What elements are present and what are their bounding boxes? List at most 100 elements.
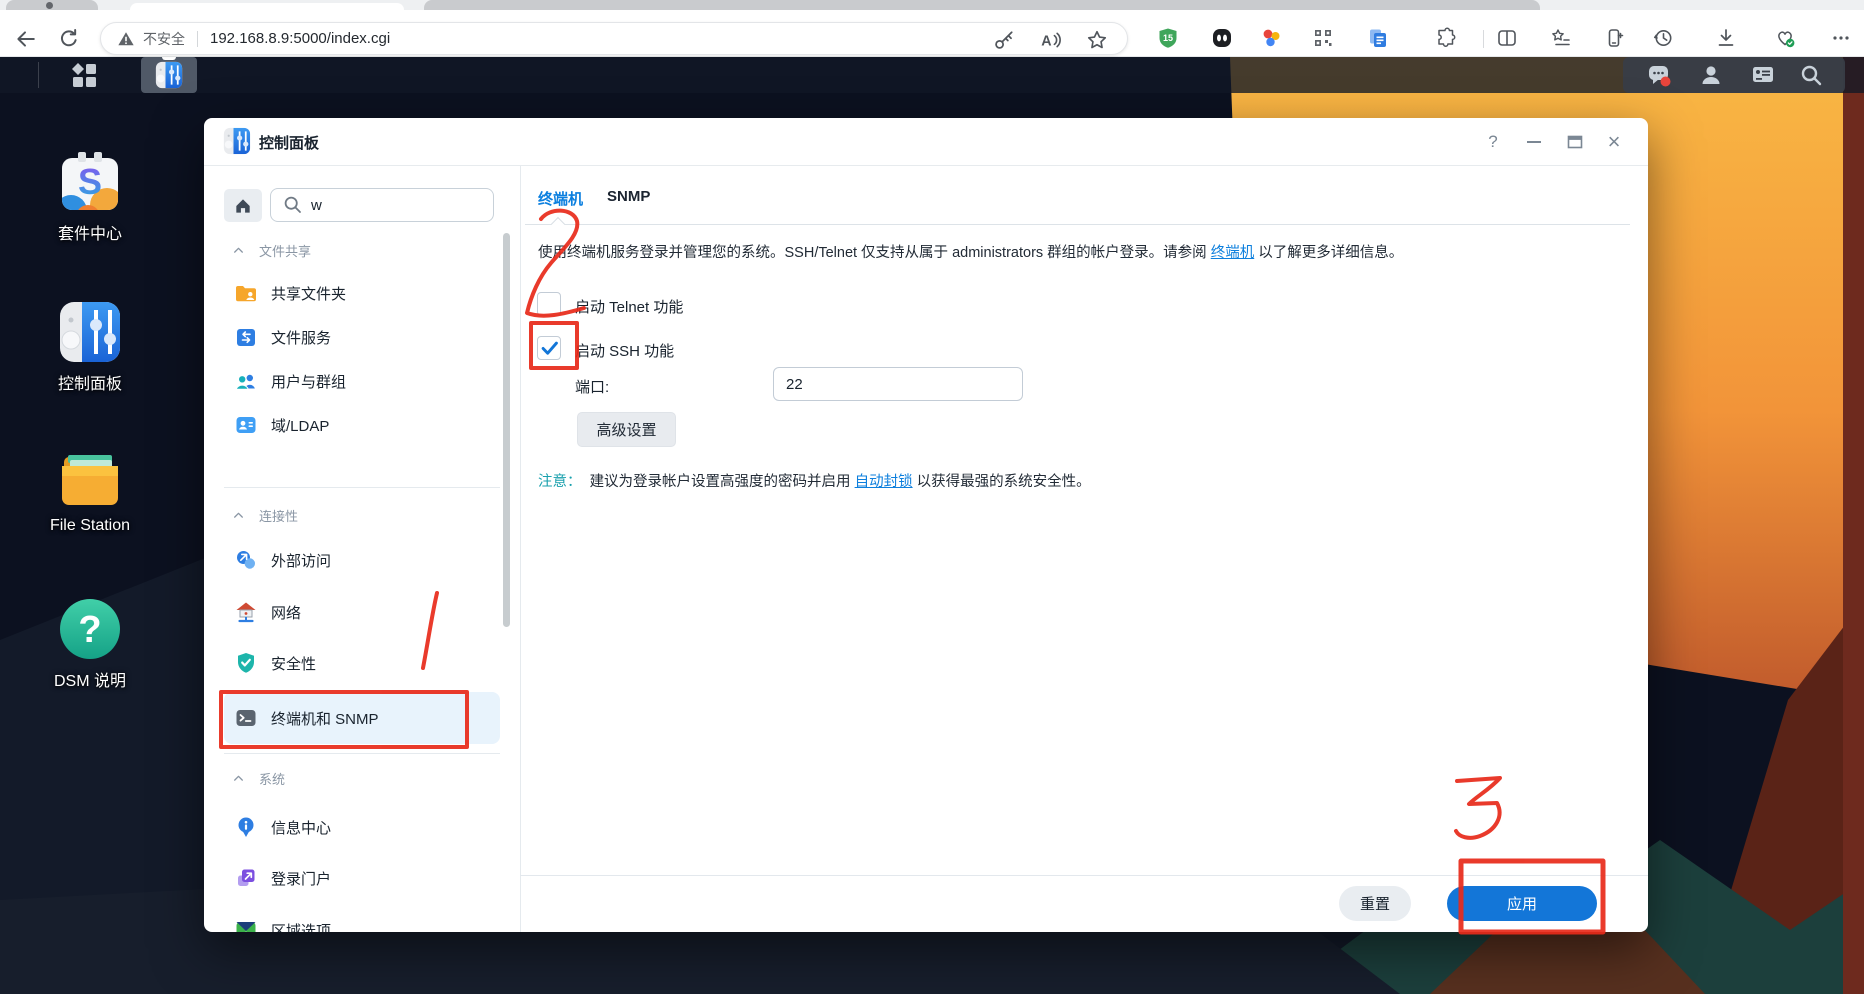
sidebar-divider	[520, 166, 521, 932]
active-tab-caret	[551, 217, 565, 231]
desktop-icon-package-center[interactable]: S 套件中心	[10, 150, 170, 244]
minimize-icon	[1527, 141, 1541, 143]
telnet-checkbox-label[interactable]: 启动 Telnet 功能	[575, 296, 683, 317]
sidebar-item-network[interactable]: 网络	[224, 590, 500, 634]
shared-folder-icon	[234, 281, 258, 305]
notifications-button[interactable]	[1647, 63, 1671, 87]
regional-options-icon	[234, 918, 258, 932]
home-button[interactable]	[224, 189, 262, 222]
collections-icon[interactable]	[1550, 27, 1572, 49]
section-header-file-sharing[interactable]: 文件共享	[232, 241, 311, 259]
maximize-button[interactable]	[1561, 128, 1589, 156]
sidebar-item-info-center[interactable]: 信息中心	[224, 805, 500, 849]
sidebar-item-terminal-snmp[interactable]: 终端机和 SNMP	[224, 692, 500, 744]
dsm-taskbar	[0, 57, 1864, 93]
svg-text:?: ?	[78, 609, 101, 651]
terminal-intro-text: 使用终端机服务登录并管理您的系统。SSH/Telnet 仅支持从属于 admin…	[538, 241, 1638, 262]
tab-snmp[interactable]: SNMP	[607, 188, 650, 212]
pages-extension-icon[interactable]	[1367, 27, 1389, 49]
chevron-up-icon	[232, 244, 245, 257]
svg-text:A: A	[1041, 34, 1051, 50]
control-panel-window: 控制面板 ? × 文件共享	[204, 118, 1648, 932]
window-title: 控制面板	[259, 132, 319, 153]
domain-ldap-icon	[234, 413, 258, 437]
tabstrip-band	[424, 0, 1540, 10]
puzzle-extensions-icon[interactable]	[1435, 27, 1457, 49]
browser-essentials-icon[interactable]	[1774, 27, 1796, 49]
ssh-enable-checkbox[interactable]	[537, 336, 561, 360]
desktop-icon-label: 套件中心	[10, 220, 170, 244]
reset-button[interactable]: 重置	[1339, 886, 1411, 921]
desktop-icon-control-panel[interactable]: 控制面板	[10, 300, 170, 394]
balloons-extension-icon[interactable]	[1260, 27, 1282, 49]
desktop-icon-dsm-help[interactable]: ? DSM 说明	[10, 597, 170, 691]
sidebar-item-security[interactable]: 安全性	[224, 641, 500, 685]
control-panel-mini-icon	[155, 61, 183, 89]
downloads-icon[interactable]	[1715, 27, 1737, 49]
url-text: 192.168.8.9:5000/index.cgi	[210, 30, 390, 47]
refresh-button[interactable]	[58, 27, 82, 51]
sidebar-item-external-access[interactable]: 外部访问	[224, 538, 500, 582]
sidebar-item-file-services[interactable]: 文件服务	[224, 315, 500, 359]
control-panel-icon	[58, 300, 122, 364]
read-aloud-icon[interactable]: A	[1039, 29, 1061, 51]
qr-extension-icon[interactable]	[1312, 27, 1334, 49]
tab-terminal[interactable]: 终端机	[538, 188, 583, 212]
sidebar-item-users-groups[interactable]: 用户与群组	[224, 359, 500, 403]
favorite-star-icon[interactable]	[1086, 29, 1108, 51]
auto-block-link[interactable]: 自动封锁	[855, 474, 913, 490]
desktop-icon-file-station[interactable]: File Station	[10, 447, 170, 535]
phone-sync-icon[interactable]	[1604, 27, 1626, 49]
sidebar-item-shared-folder[interactable]: 共享文件夹	[224, 271, 500, 315]
section-header-system[interactable]: 系统	[232, 769, 285, 787]
darkreader-extension-icon[interactable]	[1211, 27, 1233, 49]
section-header-connectivity[interactable]: 连接性	[232, 506, 298, 524]
more-menu-icon[interactable]	[1830, 27, 1852, 49]
chevron-up-icon	[232, 772, 245, 785]
minimize-button[interactable]	[1520, 128, 1548, 156]
user-icon	[1699, 63, 1723, 87]
note-prefix: 注意：	[538, 474, 582, 490]
user-menu-button[interactable]	[1699, 63, 1723, 87]
key-icon[interactable]	[993, 29, 1015, 51]
advanced-settings-button[interactable]: 高级设置	[577, 412, 676, 447]
telnet-enable-checkbox[interactable]	[537, 292, 561, 316]
security-status: 不安全	[143, 29, 185, 49]
tab-underline	[525, 224, 1630, 225]
help-button[interactable]: ?	[1479, 128, 1507, 156]
sidebar-item-domain-ldap[interactable]: 域/LDAP	[224, 403, 500, 447]
sidebar-item-regional-options[interactable]: 区域选项	[224, 908, 500, 932]
sidebar-search[interactable]	[270, 188, 494, 222]
browser-toolbar: 不安全 192.168.8.9:5000/index.cgi A 15	[0, 10, 1864, 57]
file-station-icon	[58, 447, 122, 511]
adblock-shield-icon[interactable]: 15	[1157, 27, 1179, 49]
search-icon	[1799, 63, 1823, 87]
back-button[interactable]	[14, 27, 38, 51]
browser-tab[interactable]	[6, 0, 98, 10]
window-title-icon	[223, 127, 251, 155]
sidebar-scrollbar[interactable]	[503, 233, 510, 627]
taskbar-divider	[38, 62, 39, 88]
footer-divider	[520, 875, 1648, 876]
widgets-button[interactable]	[1751, 63, 1775, 87]
port-input[interactable]	[773, 367, 1023, 401]
history-icon[interactable]	[1652, 27, 1674, 49]
ssh-checkbox-label[interactable]: 启动 SSH 功能	[575, 340, 674, 361]
file-services-icon	[234, 325, 258, 349]
search-input[interactable]	[311, 197, 471, 214]
apply-button[interactable]: 应用	[1447, 886, 1597, 921]
sidebar-item-login-portal[interactable]: 登录门户	[224, 856, 500, 900]
info-center-icon	[234, 815, 258, 839]
search-button[interactable]	[1799, 63, 1823, 87]
terminal-help-link[interactable]: 终端机	[1211, 245, 1255, 261]
dsm-help-icon: ?	[58, 597, 122, 661]
address-bar[interactable]: 不安全 192.168.8.9:5000/index.cgi A	[100, 22, 1128, 55]
taskbar-control-panel-button[interactable]	[141, 57, 197, 93]
main-menu-button[interactable]	[46, 57, 122, 93]
browser-chrome: 不安全 192.168.8.9:5000/index.cgi A 15	[0, 0, 1864, 57]
checkmark-icon	[539, 337, 561, 359]
split-screen-icon[interactable]	[1496, 27, 1518, 49]
close-button[interactable]: ×	[1600, 128, 1628, 156]
desktop-icon-label: 控制面板	[10, 370, 170, 394]
security-note: 注意： 建议为登录帐户设置高强度的密码并启用 自动封锁 以获得最强的系统安全性。	[538, 470, 1588, 491]
